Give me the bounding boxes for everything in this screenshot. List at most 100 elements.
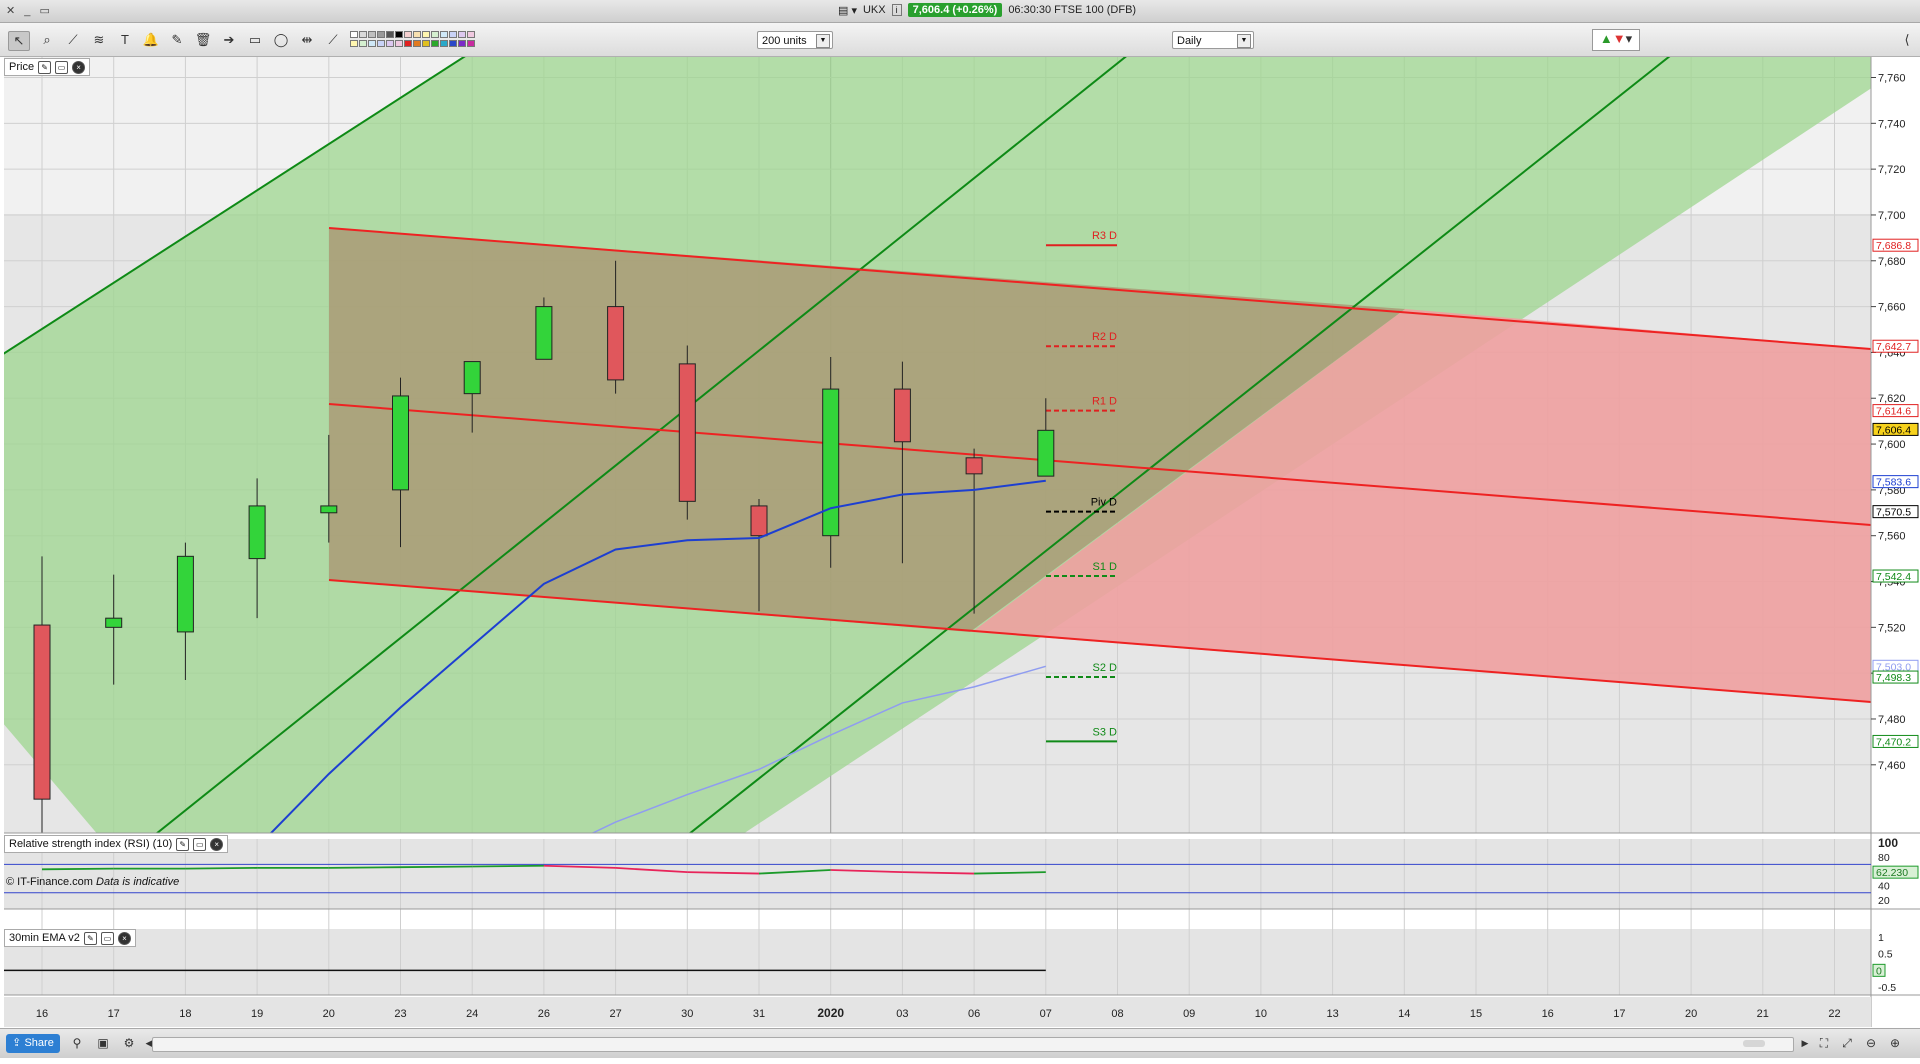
ema-panel-title: 30min EMA v2 (9, 932, 80, 944)
x-tick-label: 15 (1470, 1008, 1482, 1020)
chart-type-icon[interactable]: ▲▼▾ (1592, 29, 1640, 51)
color-swatch[interactable] (359, 40, 367, 47)
rectangle-tool-icon[interactable]: ▭ (245, 31, 265, 49)
status-bar: ⇪ Share ⚲ ▣ ⚙ ◀ ▶ ⛶ ⤢ ⊖ ⊕ (0, 1028, 1920, 1058)
color-swatch[interactable] (458, 40, 466, 47)
color-swatch[interactable] (377, 31, 385, 38)
units-select[interactable]: 200 units ▼ (757, 31, 833, 49)
scroll-right-icon[interactable]: ▶ (1796, 1035, 1814, 1052)
period-select[interactable]: Daily ▼ (1172, 31, 1254, 49)
wrench-icon[interactable]: ✎ (38, 60, 52, 74)
arrow-tool-icon[interactable]: ➔ (219, 31, 239, 49)
maximize-icon[interactable]: ▭ (55, 60, 69, 74)
color-swatch[interactable] (395, 31, 403, 38)
price-chart[interactable]: R3 D R2 D R1 D Piv D S1 D S2 D S3 D 10 08 06 0 40 2… (0, 57, 1920, 1057)
color-swatch[interactable] (431, 40, 439, 47)
x-tick-label: 26 (538, 1008, 550, 1020)
window-controls[interactable]: ✕ _ ▭ (6, 4, 53, 17)
y-tick-label: 7,460 (1878, 760, 1906, 772)
zoom-tool-icon[interactable]: ⌕ (37, 31, 57, 49)
candle-body (1037, 429, 1055, 477)
color-swatch[interactable] (422, 31, 430, 38)
candle-body (463, 361, 481, 395)
rsi-value-label: 62.230 (1876, 867, 1908, 879)
close-icon[interactable]: × (210, 837, 224, 851)
x-tick-label: 20 (1685, 1008, 1697, 1020)
y-tick-label: 7,720 (1878, 164, 1906, 176)
fibonacci-tool-icon[interactable]: ≋ (89, 31, 109, 49)
rsi-panel-bg (4, 839, 1871, 909)
rsi-segment (41, 867, 114, 871)
color-swatch[interactable] (386, 31, 394, 38)
color-swatch[interactable] (431, 31, 439, 38)
zoom-in-icon[interactable]: ⊕ (1886, 1035, 1904, 1052)
color-swatch[interactable] (350, 31, 358, 38)
color-swatch[interactable] (395, 40, 403, 47)
ellipse-tool-icon[interactable]: ◯ (271, 31, 291, 49)
color-swatch[interactable] (404, 31, 412, 38)
fit-chart-icon[interactable]: ⛶ (1815, 1035, 1833, 1052)
candle-body (678, 363, 696, 502)
horizontal-line-tool-icon[interactable]: ⇹ (297, 31, 317, 49)
settings-icon[interactable]: ⚙ (120, 1035, 138, 1052)
fullscreen-icon[interactable]: ⤢ (1838, 1035, 1856, 1052)
info-icon[interactable]: i (891, 4, 902, 16)
title-info: ▤ ▾ UKX i 7,606.4 (+0.26%) 06:30:30 FTSE… (838, 3, 1136, 17)
color-swatch[interactable] (350, 40, 358, 47)
x-tick-label: 31 (753, 1008, 765, 1020)
x-tick-label: 2020 (817, 1006, 844, 1020)
color-swatch[interactable] (449, 40, 457, 47)
candle-body (33, 624, 51, 800)
close-icon[interactable]: × (72, 60, 86, 74)
trash-icon[interactable]: 🗑 (193, 31, 213, 49)
x-tick-label: 16 (1542, 1008, 1554, 1020)
side-panel-icon[interactable]: ⟨ (1898, 31, 1916, 49)
color-swatch[interactable] (467, 40, 475, 47)
share-button[interactable]: ⇪ Share (6, 1034, 60, 1053)
x-tick-label: 06 (968, 1008, 980, 1020)
pointer-tool-icon[interactable]: ↖ (8, 31, 30, 51)
rsi-segment (472, 864, 544, 868)
horizontal-scrollbar[interactable] (152, 1037, 1794, 1052)
wrench-icon[interactable]: ✎ (176, 837, 190, 851)
maximize-icon[interactable]: ▭ (100, 931, 114, 945)
ray-tool-icon[interactable]: ⟋ (323, 31, 343, 49)
color-swatch[interactable] (413, 40, 421, 47)
color-swatch[interactable] (467, 31, 475, 38)
maximize-icon[interactable]: ▭ (193, 837, 207, 851)
candle-body (392, 395, 409, 491)
scroll-thumb[interactable] (1743, 1040, 1765, 1047)
pencil-tool-icon[interactable]: ✎ (167, 31, 187, 49)
ema-panel-label: 30min EMA v2 ✎ ▭ × (4, 929, 136, 947)
trendline-tool-icon[interactable]: ⟋ (63, 31, 83, 49)
color-swatch[interactable] (413, 31, 421, 38)
color-swatch[interactable] (440, 31, 448, 38)
x-tick-label: 07 (1040, 1008, 1052, 1020)
y-tick-label: 7,480 (1878, 714, 1906, 726)
candle-body (893, 388, 911, 443)
close-icon[interactable]: × (117, 931, 131, 945)
color-swatch[interactable] (368, 40, 376, 47)
price-badge-label: 7,570.5 (1876, 507, 1911, 519)
color-swatch[interactable] (440, 40, 448, 47)
color-swatch[interactable] (377, 40, 385, 47)
alert-bell-icon[interactable]: 🔔 (141, 31, 161, 49)
text-tool-icon[interactable]: T (115, 31, 135, 49)
y-tick-label: 7,560 (1878, 531, 1906, 543)
color-swatch[interactable] (359, 31, 367, 38)
zoom-out-icon[interactable]: ⊖ (1862, 1035, 1880, 1052)
wrench-icon[interactable]: ✎ (83, 931, 97, 945)
color-palette[interactable] (350, 31, 502, 51)
window-titlebar: ✕ _ ▭ ▤ ▾ UKX i 7,606.4 (+0.26%) 06:30:3… (0, 0, 1920, 23)
x-tick-label: 22 (1828, 1008, 1840, 1020)
color-swatch[interactable] (458, 31, 466, 38)
color-swatch[interactable] (368, 31, 376, 38)
camera-icon[interactable]: ▣ (94, 1035, 112, 1052)
color-swatch[interactable] (386, 40, 394, 47)
link-icon[interactable]: ⚲ (68, 1035, 86, 1052)
color-swatch[interactable] (422, 40, 430, 47)
chart-area[interactable]: R3 D R2 D R1 D Piv D S1 D S2 D S3 D 10 08 06 0 40 2… (0, 57, 1920, 1064)
color-swatch[interactable] (404, 40, 412, 47)
y-tick-label: 7,660 (1878, 302, 1906, 314)
color-swatch[interactable] (449, 31, 457, 38)
